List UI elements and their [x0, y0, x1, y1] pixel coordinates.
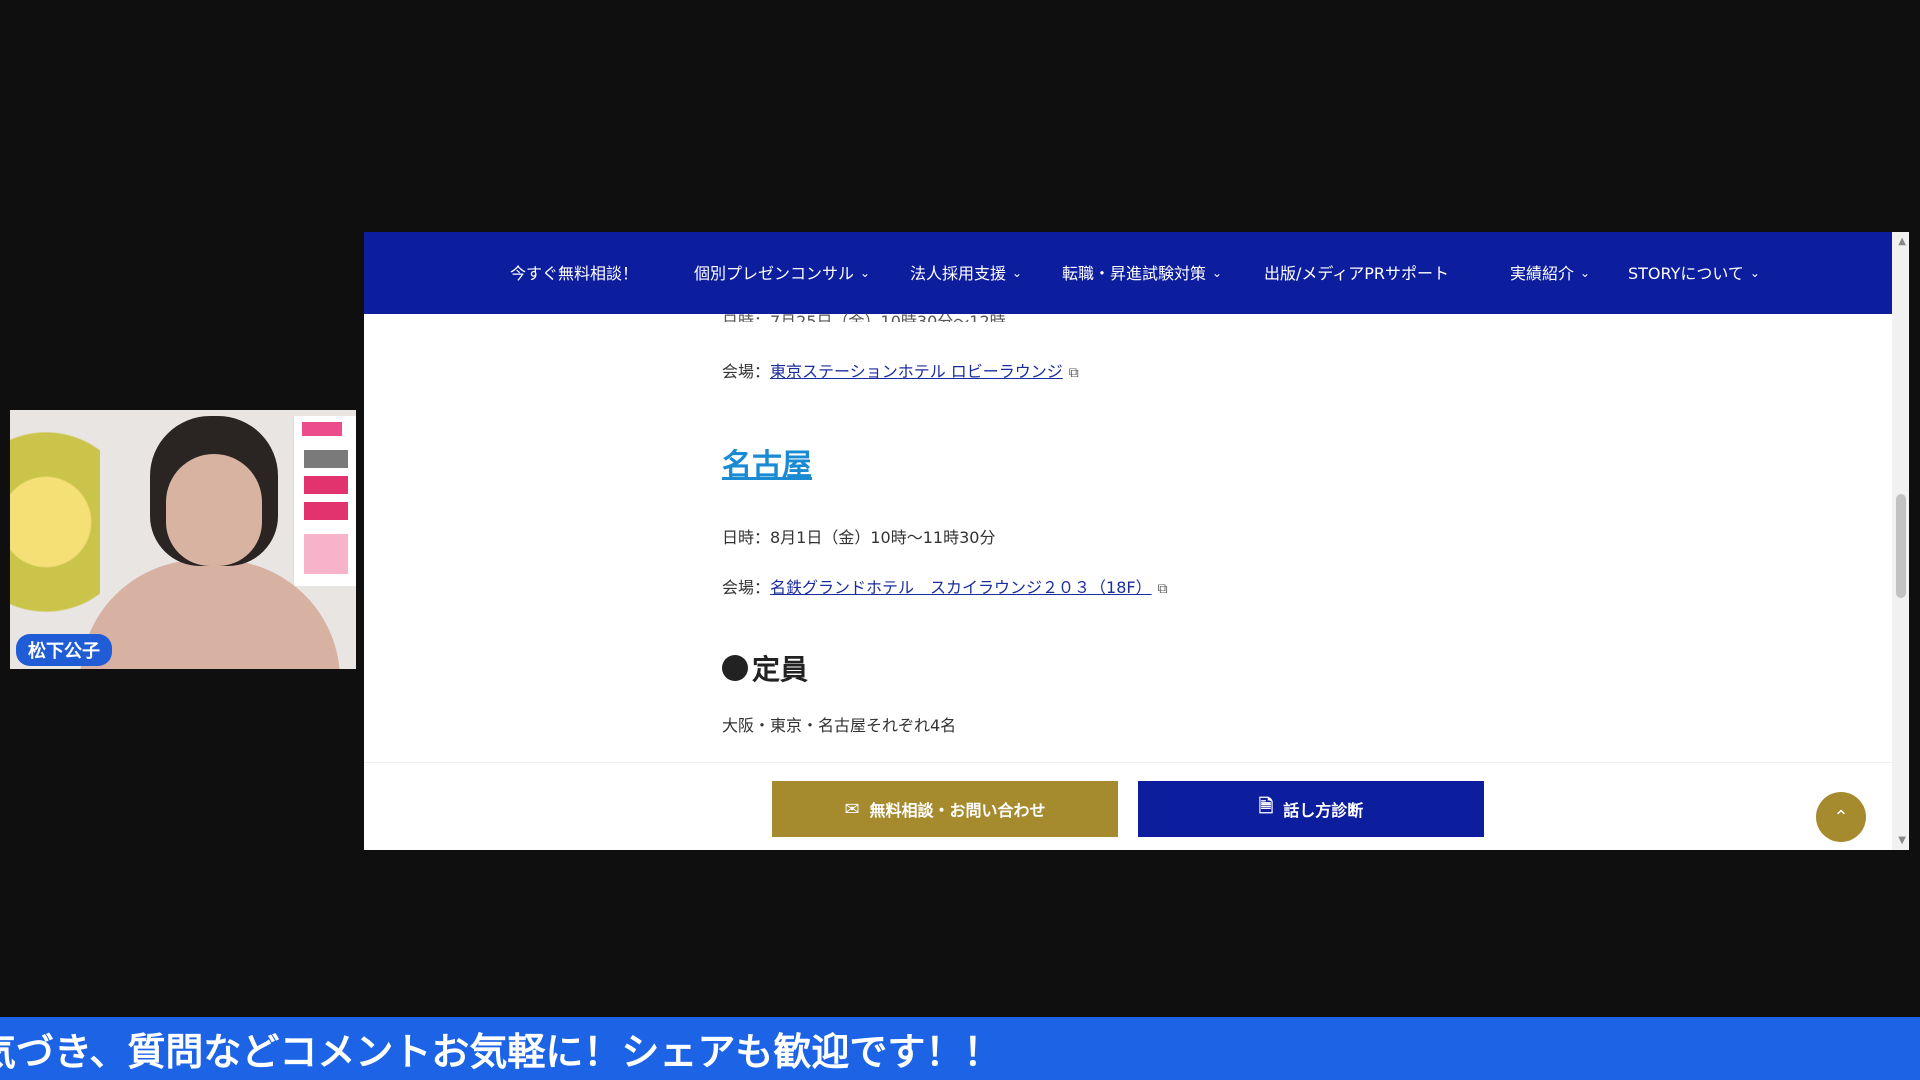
site-navbar: 今すぐ無料相談！ 個別プレゼンコンサル ⌄ 法人採用支援 ⌄ 転職・昇進試験対策…: [364, 232, 1892, 314]
chevron-down-icon: ⌄: [1749, 266, 1760, 280]
presenter-name-tag: 松下公子: [16, 634, 112, 666]
chevron-down-icon: ⌄: [1580, 266, 1591, 280]
scroll-to-top-button[interactable]: ⌃: [1816, 792, 1866, 842]
scroll-up-arrow-icon[interactable]: ▲: [1898, 236, 1906, 247]
external-link-icon: ⧉: [1068, 365, 1079, 381]
browser-viewport: 今すぐ無料相談！ 個別プレゼンコンサル ⌄ 法人採用支援 ⌄ 転職・昇進試験対策…: [364, 232, 1909, 850]
presenter-face: [166, 454, 262, 566]
background-flowers: [10, 430, 100, 660]
sticky-footer-bar: ✉ 無料相談・お問い合わせ 🗎 話し方診断: [364, 762, 1892, 850]
nav-free-consult[interactable]: 今すぐ無料相談！: [510, 260, 638, 284]
nav-corporate-recruiting[interactable]: 法人採用支援 ⌄: [910, 260, 1022, 284]
chevron-up-icon: ⌃: [1833, 806, 1849, 828]
bullet-dot-icon: [722, 655, 748, 681]
comment-ticker-banner: 気づき、質問などコメントお気軽に！シェアも歓迎です！！: [0, 1017, 1920, 1080]
document-icon: 🗎: [1258, 796, 1274, 817]
speech-diagnosis-button[interactable]: 🗎 話し方診断: [1138, 781, 1484, 837]
nav-achievements[interactable]: 実績紹介 ⌄: [1510, 260, 1590, 284]
chevron-down-icon: ⌄: [1012, 266, 1023, 280]
tokyo-venue-link[interactable]: 東京ステーションホテル ロビーラウンジ: [770, 362, 1063, 381]
nagoya-venue-link[interactable]: 名鉄グランドホテル スカイラウンジ２０３（18F）: [770, 578, 1152, 597]
nav-presentation-consulting[interactable]: 個別プレゼンコンサル ⌄: [694, 260, 870, 284]
nagoya-venue-row: 会場：名鉄グランドホテル スカイラウンジ２０３（18F） ⧉: [722, 578, 1168, 597]
cut-off-date-line: 日時：7月25日（金）10時30分〜12時: [722, 312, 1006, 322]
scrollbar-thumb[interactable]: [1896, 494, 1906, 598]
vertical-scrollbar[interactable]: ▲ ▼: [1892, 232, 1909, 850]
tokyo-venue-row: 会場：東京ステーションホテル ロビーラウンジ ⧉: [722, 362, 1079, 381]
envelope-icon: ✉: [844, 798, 860, 820]
nav-job-change-exam[interactable]: 転職・昇進試験対策 ⌄: [1062, 260, 1222, 284]
external-link-icon: ⧉: [1157, 581, 1168, 597]
webcam-tile: 松下公子: [10, 410, 356, 669]
section-heading-capacity: 定員: [722, 648, 808, 688]
chevron-down-icon: ⌄: [1212, 266, 1223, 280]
nav-about-story[interactable]: STORYについて ⌄: [1628, 260, 1760, 284]
nagoya-date: 日時：8月1日（金）10時〜11時30分: [722, 528, 996, 547]
scroll-down-arrow-icon[interactable]: ▼: [1898, 835, 1906, 846]
chevron-down-icon: ⌄: [860, 266, 871, 280]
capacity-text: 大阪・東京・名古屋それぞれ4名: [722, 716, 957, 735]
city-heading-nagoya[interactable]: 名古屋: [722, 440, 812, 484]
nav-media-pr[interactable]: 出版/メディアPRサポート: [1264, 260, 1449, 284]
book-cover-image: [293, 416, 356, 586]
contact-button[interactable]: ✉ 無料相談・お問い合わせ: [772, 781, 1118, 837]
